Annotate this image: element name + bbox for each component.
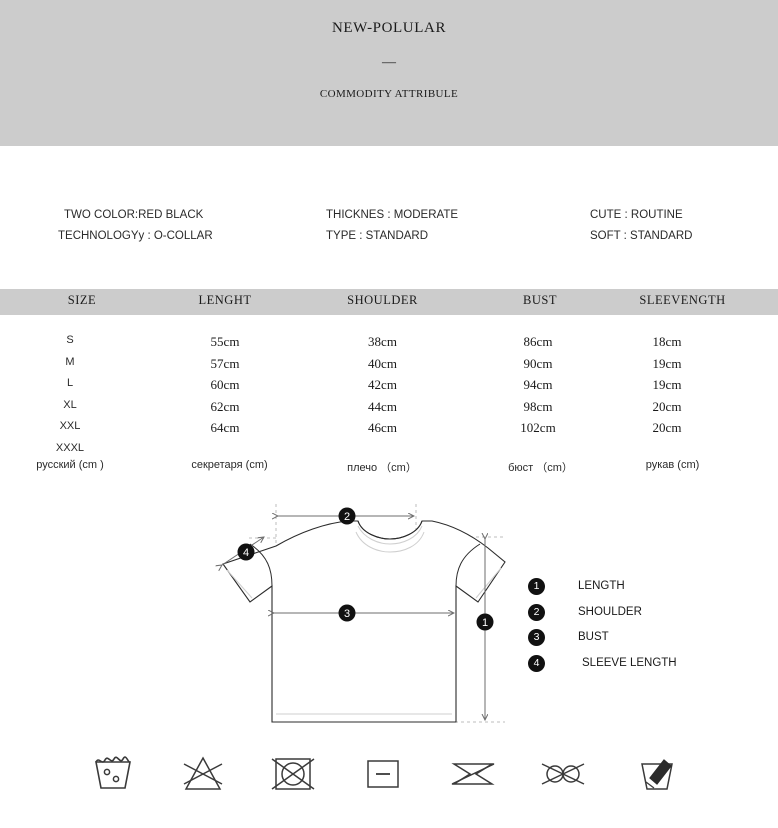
marker-shoulder-number: 2 xyxy=(344,511,350,523)
cell-shoulder: 38cm xyxy=(368,334,397,349)
column-header-shoulder: SHOULDER xyxy=(347,293,418,307)
russian-label-shoulder: плечо （cm） xyxy=(347,462,417,474)
russian-label-size: русский (cm ) xyxy=(36,459,104,471)
cell-sleeve: 19cm xyxy=(652,377,682,392)
cell-shoulder: 42cm xyxy=(368,377,397,392)
attribute-column-2: THICKNES : MODERATE TYPE : STANDARD xyxy=(326,205,458,247)
do-not-dry-clean-icon xyxy=(528,744,598,802)
cell-length: 64cm xyxy=(210,420,240,435)
size-table-header: SIZE LENGHT SHOULDER BUST SLEEVENGTH xyxy=(0,289,778,315)
hand-wash-icon xyxy=(78,744,148,802)
legend-number-2: 2 xyxy=(528,603,545,621)
legend-label-bust: BUST xyxy=(578,631,609,643)
attribute-thickness: THICKNES : MODERATE xyxy=(326,209,459,221)
attribute-technology: TECHNOLOGYy : O-COLLAR xyxy=(58,230,213,242)
tshirt-outline xyxy=(222,520,506,723)
attribute-column-1: TWO COLOR:RED BLACK TECHNOLOGYy : O-COLL… xyxy=(58,205,213,247)
cell-bust: 94cm xyxy=(523,377,553,392)
column-header-size: SIZE xyxy=(67,293,97,307)
do-not-brush-icon xyxy=(622,744,692,802)
brand-title: NEW-POLULAR xyxy=(331,20,447,36)
cell-length: 60cm xyxy=(210,377,240,392)
header-subtitle: COMMODITY ATTRIBULE xyxy=(319,88,459,100)
header-divider: — xyxy=(382,55,396,70)
cell-bust: 98cm xyxy=(523,398,553,414)
marker-bust-number: 3 xyxy=(344,608,350,620)
cell-size: XXL xyxy=(59,420,81,432)
table-row: XXL 64cm 46cm 102cm 20cm xyxy=(0,420,778,442)
legend-label-shoulder: SHOULDER xyxy=(578,605,642,618)
attribute-column-3: CUTE : ROUTINE SOFT : STANDARD xyxy=(590,205,692,247)
russian-label-sleeve: рукав (cm) xyxy=(645,459,700,471)
cell-length: 55cm xyxy=(210,334,240,349)
legend-number-3: 3 xyxy=(528,629,545,646)
iron-low-heat-icon xyxy=(348,744,418,802)
cell-bust: 90cm xyxy=(523,355,553,371)
do-not-wring-icon xyxy=(438,744,508,802)
tshirt-diagram-svg: 2 3 1 4 xyxy=(0,504,506,723)
tshirt-diagram: 2 3 1 4 xyxy=(0,490,778,740)
cell-bust: 102cm xyxy=(520,420,556,435)
russian-label-row: русский (cm ) секретаря (cm) плечо （cm） … xyxy=(0,459,778,479)
do-not-tumble-dry-icon xyxy=(258,744,328,802)
column-header-sleeve: SLEEVENGTH xyxy=(639,293,726,307)
cell-shoulder: 40cm xyxy=(368,355,397,371)
header-banner: NEW-POLULAR — COMMODITY ATTRIBULE xyxy=(0,0,778,146)
russian-label-length: секретаря (cm) xyxy=(191,459,268,471)
do-not-bleach-icon xyxy=(168,744,238,802)
column-header-length: LENGHT xyxy=(198,293,252,307)
table-row: S 55cm 38cm 86cm 18cm xyxy=(0,334,778,356)
cell-size: M xyxy=(65,355,75,368)
cell-shoulder: 46cm xyxy=(368,420,397,435)
marker-sleeve-number: 4 xyxy=(243,547,249,559)
cell-length: 62cm xyxy=(210,398,240,414)
cell-sleeve: 19cm xyxy=(652,355,682,371)
legend-number-1: 1 xyxy=(528,578,545,595)
care-symbols-row xyxy=(0,744,778,804)
cell-size: L xyxy=(66,377,74,389)
column-header-bust: BUST xyxy=(523,293,557,307)
size-chart-page: NEW-POLULAR — COMMODITY ATTRIBULE TWO CO… xyxy=(0,0,778,828)
legend-label-length: LENGTH xyxy=(578,580,625,592)
size-table-body: S 55cm 38cm 86cm 18cm M 57cm 40cm 90cm 1… xyxy=(0,334,778,463)
marker-length-number: 1 xyxy=(482,617,488,629)
table-row: XL 62cm 44cm 98cm 20cm xyxy=(0,399,778,421)
russian-label-bust: бюст （cm） xyxy=(508,462,573,474)
attributes-section: TWO COLOR:RED BLACK TECHNOLOGYy : O-COLL… xyxy=(0,205,778,265)
cell-sleeve: 20cm xyxy=(652,420,682,435)
cell-bust: 86cm xyxy=(523,334,553,349)
cell-sleeve: 18cm xyxy=(652,334,682,349)
attribute-soft: SOFT : STANDARD xyxy=(590,230,693,242)
legend-number-4: 4 xyxy=(528,654,545,672)
cell-length: 57cm xyxy=(210,355,240,371)
cell-size: S xyxy=(66,334,74,346)
attribute-cute: CUTE : ROUTINE xyxy=(590,209,683,221)
legend-label-sleeve: SLEEVE LENGTH xyxy=(582,656,677,669)
table-row: L 60cm 42cm 94cm 19cm xyxy=(0,377,778,399)
cell-shoulder: 44cm xyxy=(368,398,397,414)
attribute-type: TYPE : STANDARD xyxy=(326,230,429,242)
cell-size: XXXL xyxy=(55,441,85,454)
attribute-color: TWO COLOR:RED BLACK xyxy=(64,209,204,221)
table-row: M 57cm 40cm 90cm 19cm xyxy=(0,356,778,378)
cell-sleeve: 20cm xyxy=(652,398,682,414)
cell-size: XL xyxy=(63,398,77,411)
